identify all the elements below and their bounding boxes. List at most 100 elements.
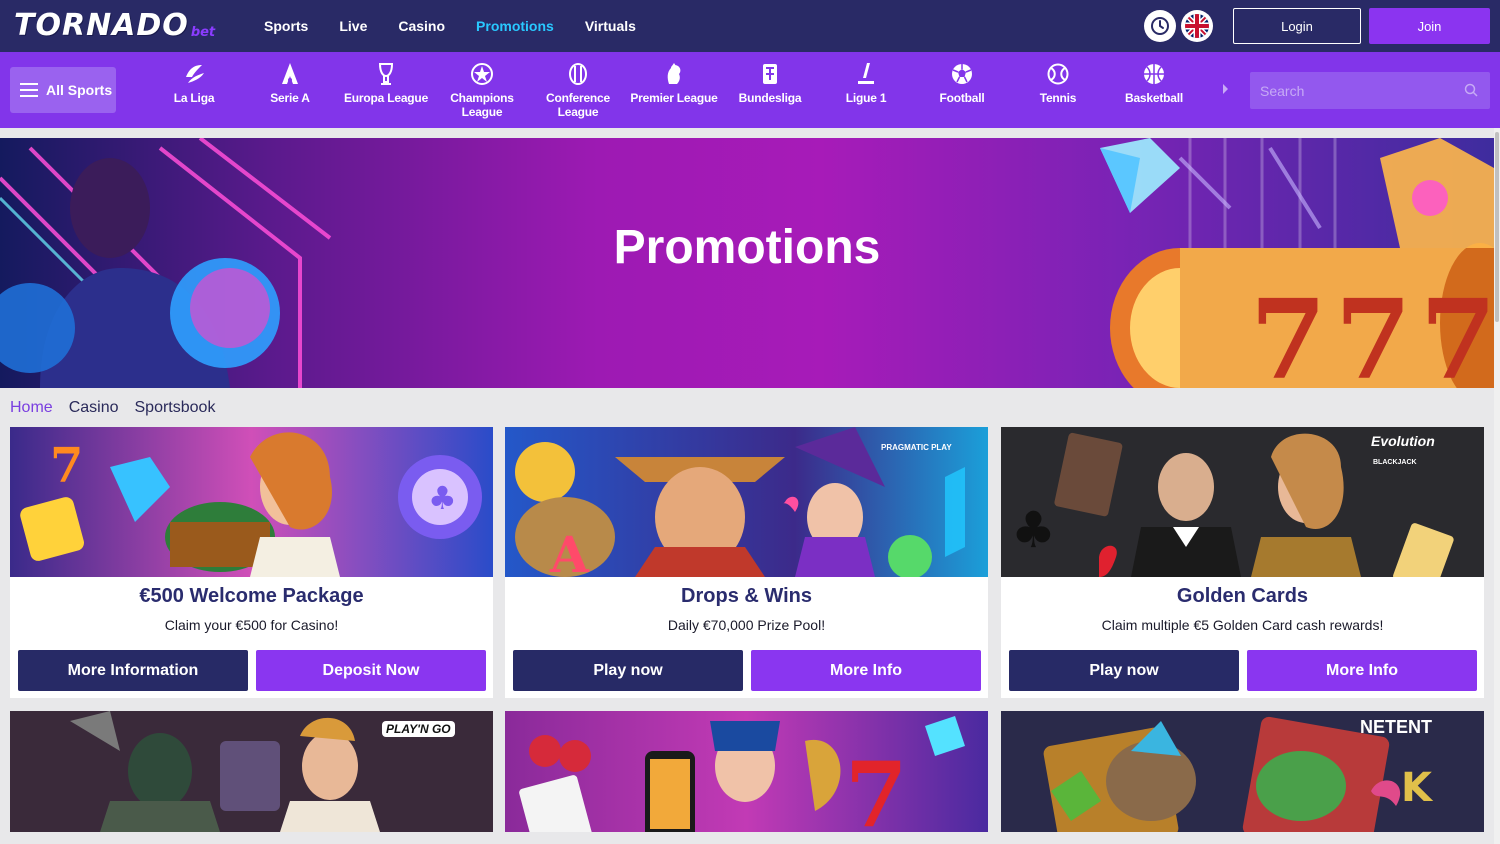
svg-text:7: 7 bbox=[50, 438, 83, 494]
clock-icon bbox=[1151, 17, 1169, 35]
promo-card: ♣ Evolution BLACKJACK Golden Cards Claim… bbox=[1001, 427, 1484, 698]
provider-badge: PRAGMATIC PLAY bbox=[881, 443, 952, 452]
play-now-button[interactable]: Play now bbox=[1009, 650, 1239, 691]
promo-image: A PRAGMATIC PLAY bbox=[505, 427, 988, 577]
promo-image: 7 bbox=[505, 711, 988, 832]
ligue1-icon bbox=[858, 63, 874, 84]
basketball-icon bbox=[1144, 64, 1164, 84]
sport-item-ligue-1[interactable]: Ligue 1 bbox=[818, 60, 914, 105]
promo-title: Golden Cards bbox=[1176, 585, 1309, 607]
svg-text:K: K bbox=[1401, 765, 1434, 811]
sport-label: Ligue 1 bbox=[845, 91, 887, 105]
svg-text:7: 7 bbox=[1420, 275, 1494, 388]
sport-item-football[interactable]: Football bbox=[914, 60, 1010, 105]
chevron-right-icon bbox=[1223, 84, 1228, 94]
sport-label: Serie A bbox=[270, 91, 310, 105]
svg-text:7: 7 bbox=[1335, 275, 1412, 388]
sport-label: Basketball bbox=[1124, 91, 1184, 105]
sports-bar: All Sports La Liga Serie A Europa League… bbox=[0, 52, 1500, 128]
page-title: Promotions bbox=[613, 221, 881, 274]
all-sports-label: All Sports bbox=[46, 82, 113, 98]
provider-game-badge: BLACKJACK bbox=[1373, 459, 1417, 466]
sport-label: Conference League bbox=[545, 91, 611, 119]
sport-label: Football bbox=[939, 91, 985, 105]
uk-flag-icon bbox=[1185, 14, 1209, 38]
more-info-button[interactable]: More Info bbox=[1247, 650, 1477, 691]
sport-label: Bundesliga bbox=[738, 91, 802, 105]
svg-text:7: 7 bbox=[845, 742, 908, 832]
svg-text:♣: ♣ bbox=[1011, 501, 1056, 559]
more-info-button[interactable]: More Info bbox=[751, 650, 981, 691]
breadcrumb-home[interactable]: Home bbox=[10, 399, 53, 417]
breadcrumb: Home Casino Sportsbook bbox=[10, 398, 231, 418]
promo-card: PLAY'N GO bbox=[10, 711, 493, 832]
promotions-hero-banner: 7 7 7 Promotions bbox=[0, 138, 1494, 388]
login-button[interactable]: Login bbox=[1233, 8, 1361, 44]
promo-subtitle: Daily €70,000 Prize Pool! bbox=[667, 617, 826, 633]
svg-text:♣: ♣ bbox=[428, 479, 457, 517]
sport-label: Premier League bbox=[630, 91, 718, 105]
promo-title: €500 Welcome Package bbox=[139, 585, 364, 607]
sports-scroll-right-button[interactable] bbox=[1222, 82, 1230, 100]
search-box bbox=[1250, 72, 1490, 109]
more-information-button[interactable]: More Information bbox=[18, 650, 248, 691]
brand-logo[interactable]: TORNADO bet bbox=[14, 8, 215, 44]
sport-item-tennis[interactable]: Tennis bbox=[1010, 60, 1106, 105]
promo-subtitle: Claim multiple €5 Golden Card cash rewar… bbox=[1101, 617, 1384, 633]
sport-item-serie-a[interactable]: Serie A bbox=[242, 60, 338, 105]
search-input[interactable] bbox=[1250, 72, 1490, 109]
seriea-icon bbox=[282, 63, 298, 84]
sport-item-champions-league[interactable]: Champions League bbox=[434, 60, 530, 119]
europa-league-icon bbox=[378, 63, 394, 85]
sport-item-conference-league[interactable]: Conference League bbox=[530, 60, 626, 119]
breadcrumb-sportsbook[interactable]: Sportsbook bbox=[135, 399, 216, 417]
promo-image: 7 ♣ bbox=[10, 427, 493, 577]
promo-title: Drops & Wins bbox=[681, 585, 812, 607]
sport-item-premier-league[interactable]: Premier League bbox=[626, 60, 722, 105]
top-navigation-bar: TORNADO bet Sports Live Casino Promotion… bbox=[0, 0, 1500, 52]
hamburger-menu-icon bbox=[20, 83, 38, 97]
join-button[interactable]: Join bbox=[1369, 8, 1490, 44]
breadcrumb-casino[interactable]: Casino bbox=[69, 399, 119, 417]
sport-label: La Liga bbox=[173, 91, 215, 105]
clock-button[interactable] bbox=[1144, 10, 1176, 42]
bundesliga-icon bbox=[763, 64, 777, 84]
sport-item-europa-league[interactable]: Europa League bbox=[338, 60, 434, 105]
page-scrollbar-thumb[interactable] bbox=[1495, 132, 1499, 322]
brand-logo-suffix: bet bbox=[190, 25, 216, 40]
tennis-icon bbox=[1047, 63, 1069, 85]
nav-virtuals[interactable]: Virtuals bbox=[585, 18, 636, 34]
provider-badge: PLAY'N GO bbox=[382, 721, 455, 737]
brand-logo-text: TORNADO bbox=[14, 8, 189, 43]
nav-live[interactable]: Live bbox=[339, 18, 367, 34]
main-nav: Sports Live Casino Promotions Virtuals bbox=[264, 0, 667, 52]
sport-label: Tennis bbox=[1039, 91, 1077, 105]
promo-card: K NETENT bbox=[1001, 711, 1484, 832]
sport-item-basketball[interactable]: Basketball bbox=[1106, 60, 1202, 105]
deposit-now-button[interactable]: Deposit Now bbox=[256, 650, 486, 691]
provider-badge: Evolution bbox=[1371, 433, 1435, 449]
all-sports-button[interactable]: All Sports bbox=[10, 67, 116, 113]
promo-card: 7 bbox=[505, 711, 988, 832]
language-button[interactable] bbox=[1181, 10, 1213, 42]
nav-sports[interactable]: Sports bbox=[264, 18, 308, 34]
svg-text:A: A bbox=[549, 525, 590, 577]
nav-casino[interactable]: Casino bbox=[398, 18, 445, 34]
sport-label: Champions League bbox=[450, 91, 514, 119]
svg-text:7: 7 bbox=[1250, 275, 1327, 388]
promo-card: A PRAGMATIC PLAY Drops & Wins Daily €70,… bbox=[505, 427, 988, 698]
play-now-button[interactable]: Play now bbox=[513, 650, 743, 691]
sport-item-bundesliga[interactable]: Bundesliga bbox=[722, 60, 818, 105]
search-icon[interactable] bbox=[1464, 83, 1478, 97]
laliga-icon bbox=[186, 65, 204, 83]
promo-card: 7 ♣ €500 Welcome Package Claim your €500… bbox=[10, 427, 493, 698]
champions-league-icon bbox=[471, 63, 493, 85]
football-icon bbox=[952, 64, 972, 84]
promo-image: ♣ Evolution BLACKJACK bbox=[1001, 427, 1484, 577]
sport-label: Europa League bbox=[343, 91, 429, 105]
provider-badge: NETENT bbox=[1360, 717, 1432, 737]
sport-item-la-liga[interactable]: La Liga bbox=[146, 60, 242, 105]
nav-promotions[interactable]: Promotions bbox=[476, 18, 554, 34]
conference-league-icon bbox=[569, 63, 587, 85]
premier-league-icon bbox=[667, 63, 681, 84]
